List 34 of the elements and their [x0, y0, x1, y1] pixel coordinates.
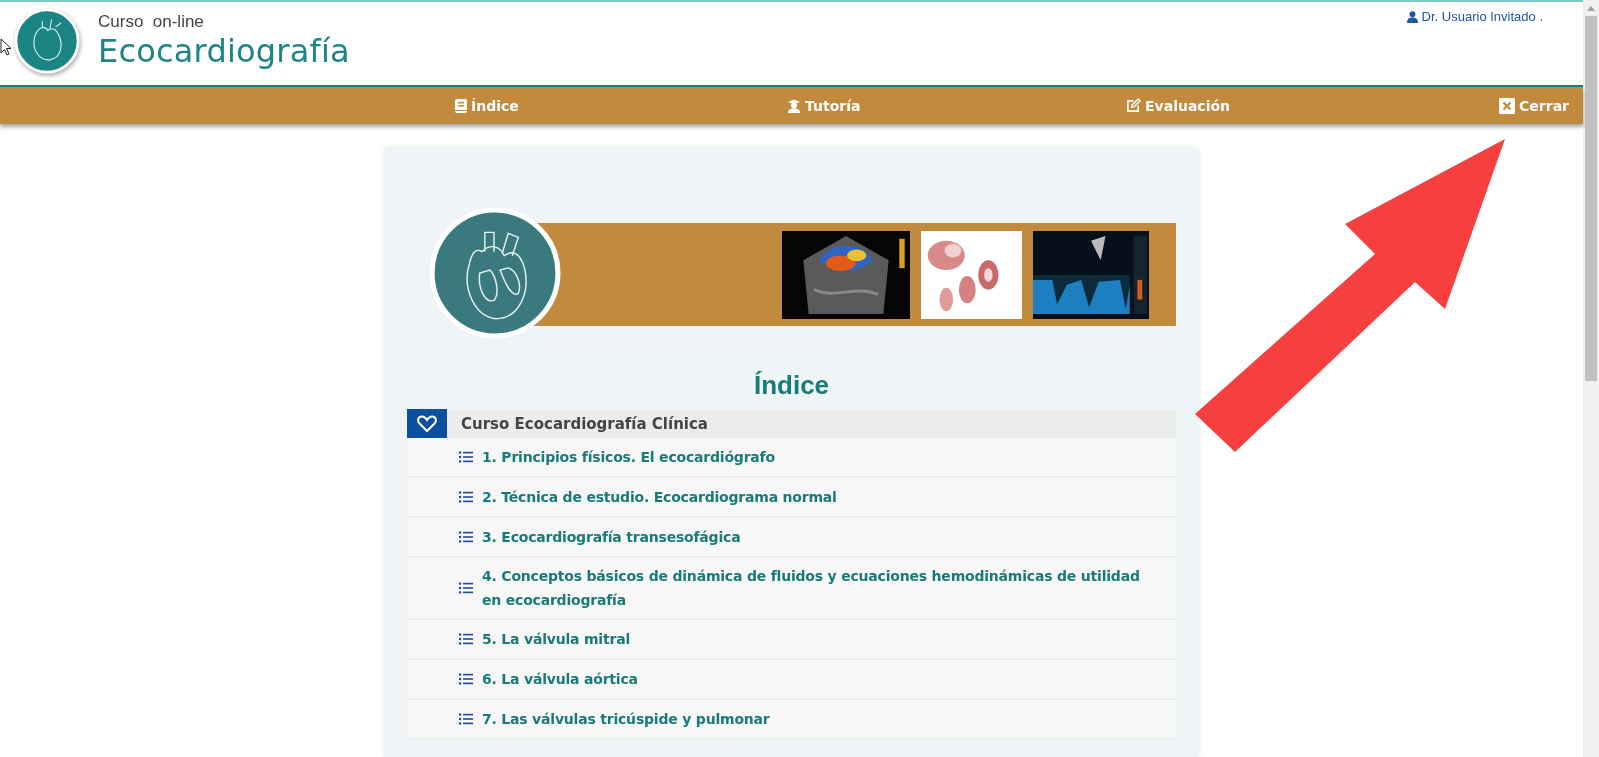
chapter-link[interactable]: 4. Conceptos básicos de dinámica de fluidos y ecuaciones hemodinámicas de utilidad en ecocardiografía — [407, 558, 1176, 620]
chapter-link[interactable]: 5. La válvula mitral — [407, 620, 1176, 660]
chapter-link[interactable]: 7. Las válvulas tricúspide y pulmonar — [407, 700, 1176, 740]
nav-link[interactable]: Índice — [455, 87, 519, 124]
nav-link[interactable]: Cerrar — [1499, 87, 1569, 124]
list-icon — [459, 491, 473, 503]
user-icon — [1406, 10, 1418, 23]
list-icon — [459, 673, 473, 685]
teacher-icon — [787, 98, 801, 113]
scroll-up-icon[interactable] — [1587, 6, 1595, 11]
heart-icon — [417, 414, 437, 433]
scrollbar[interactable] — [1583, 0, 1599, 757]
book-icon — [455, 98, 467, 113]
list-icon — [459, 633, 473, 645]
course-name: Curso Ecocardiografía Clínica — [461, 414, 708, 433]
nav-link[interactable]: Evaluación — [1126, 87, 1231, 124]
list-icon — [459, 582, 473, 594]
list-icon — [459, 531, 473, 543]
index-heading: Índice — [752, 370, 831, 401]
heart-logo — [14, 8, 80, 74]
nav-link[interactable]: Tutoría — [787, 87, 861, 124]
chapter-link[interactable]: 2. Técnica de estudio. Ecocardiograma normal — [407, 478, 1176, 518]
chapter-link[interactable]: 1. Principios físicos. El ecocardiógrafo — [407, 438, 1176, 478]
close-icon — [1499, 97, 1516, 114]
chapter-link[interactable]: 6. La válvula aórtica — [407, 660, 1176, 700]
user-link[interactable]: Dr. Usuario Invitado . — [1406, 9, 1543, 24]
course-title: Ecocardiografía — [98, 32, 350, 70]
favorite-button[interactable] — [407, 409, 447, 438]
list-icon — [459, 451, 473, 463]
chapter-link[interactable]: 3. Ecocardiografía transesofágica — [407, 518, 1176, 558]
scroll-thumb[interactable] — [1585, 16, 1597, 381]
list-icon — [459, 713, 473, 725]
course-subtitle: Curso on-line — [98, 12, 205, 32]
edit-icon — [1126, 98, 1141, 113]
